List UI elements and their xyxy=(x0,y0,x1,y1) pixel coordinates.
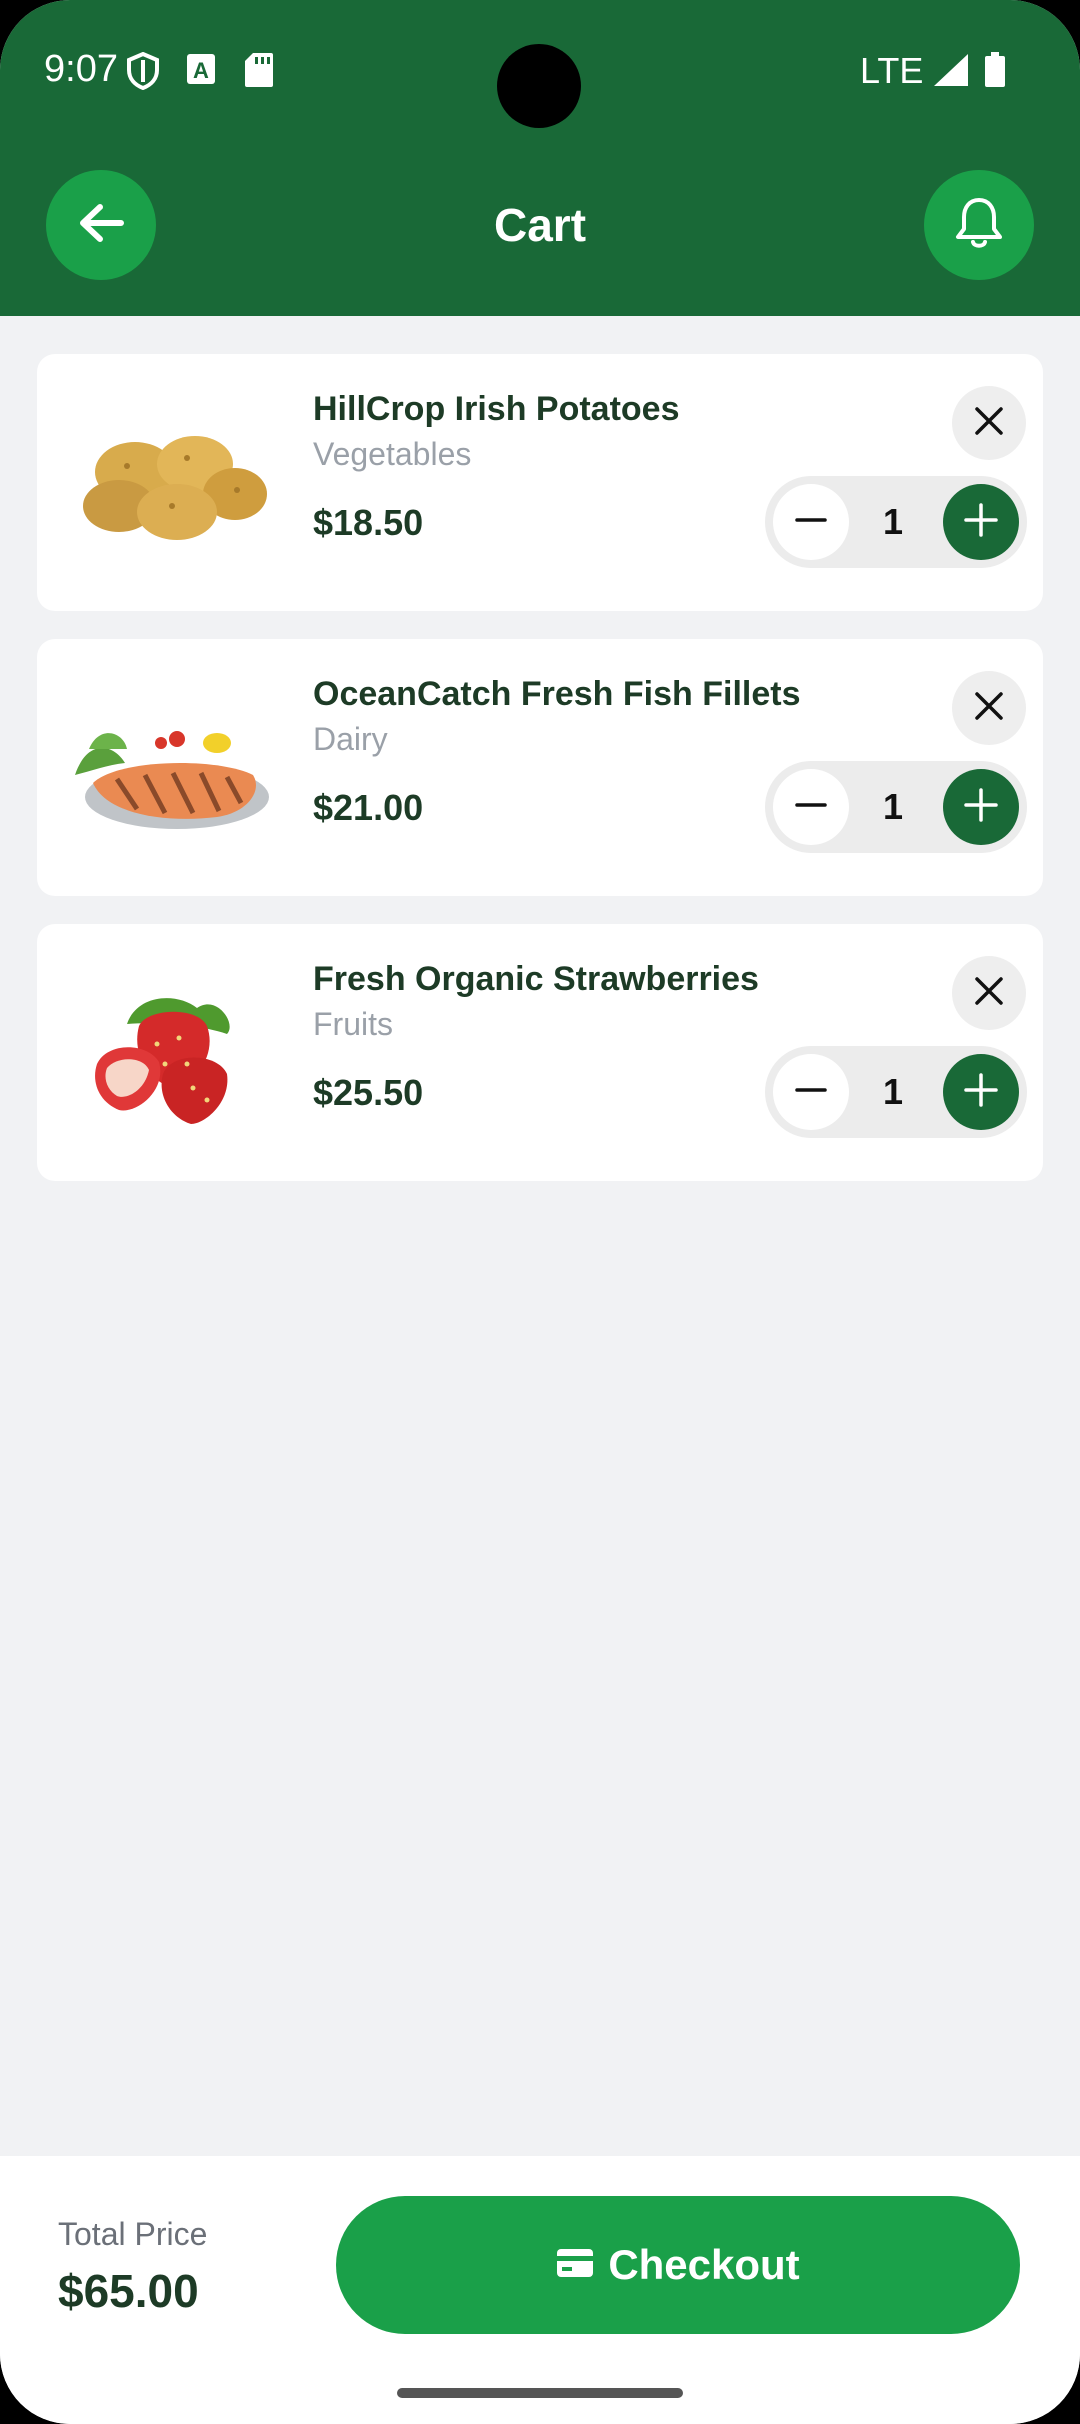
shield-icon xyxy=(126,51,160,95)
product-image-fish-fillet xyxy=(67,679,277,859)
remove-item-button[interactable] xyxy=(952,386,1026,460)
decrease-quantity-button[interactable] xyxy=(773,484,849,560)
cart-screen: 9:07 A LTE Cart HillCrop Irish Potatoes … xyxy=(0,0,1080,2424)
close-icon xyxy=(973,975,1005,1012)
product-image-potatoes xyxy=(67,394,277,574)
plus-icon xyxy=(963,787,999,828)
quantity-value: 1 xyxy=(882,501,904,542)
minus-icon xyxy=(794,1073,828,1112)
increase-quantity-button[interactable] xyxy=(943,769,1019,845)
cart-item: OceanCatch Fresh Fish Fillets Dairy $21.… xyxy=(37,639,1043,896)
product-name: HillCrop Irish Potatoes xyxy=(313,390,680,428)
product-category: Vegetables xyxy=(313,436,472,472)
app-header: 9:07 A LTE Cart xyxy=(0,0,1080,316)
network-label: LTE xyxy=(860,50,924,91)
total-price-label: Total Price xyxy=(58,2216,208,2252)
product-name: OceanCatch Fresh Fish Fillets xyxy=(313,675,801,713)
remove-item-button[interactable] xyxy=(952,956,1026,1030)
bell-icon xyxy=(953,195,1005,256)
home-indicator[interactable] xyxy=(397,2388,683,2398)
product-category: Fruits xyxy=(313,1006,393,1042)
checkout-label: Checkout xyxy=(608,2241,800,2288)
quantity-stepper: 1 xyxy=(765,761,1027,853)
status-bar: 9:07 A LTE xyxy=(0,0,1080,140)
product-price: $25.50 xyxy=(313,1072,424,1113)
close-icon xyxy=(973,405,1005,442)
card-icon xyxy=(556,2247,594,2284)
battery-icon xyxy=(984,52,1006,93)
minus-icon xyxy=(794,788,828,827)
remove-item-button[interactable] xyxy=(952,671,1026,745)
text-badge-icon: A xyxy=(186,52,216,91)
total-price-value: $65.00 xyxy=(58,2265,199,2317)
cart-item: Fresh Organic Strawberries Fruits $25.50… xyxy=(37,924,1043,1181)
product-name: Fresh Organic Strawberries xyxy=(313,960,759,998)
product-image-strawberries xyxy=(67,964,277,1144)
product-price: $18.50 xyxy=(313,502,424,543)
sd-card-icon xyxy=(244,52,274,93)
plus-icon xyxy=(963,502,999,543)
minus-icon xyxy=(794,503,828,542)
product-price: $21.00 xyxy=(313,787,424,828)
product-category: Dairy xyxy=(313,721,388,757)
quantity-value: 1 xyxy=(882,786,904,827)
quantity-value: 1 xyxy=(882,1071,904,1112)
checkout-button[interactable]: Checkout xyxy=(336,2196,1020,2334)
svg-text:A: A xyxy=(193,58,209,83)
cart-list: HillCrop Irish Potatoes Vegetables $18.5… xyxy=(37,354,1043,1209)
plus-icon xyxy=(963,1072,999,1113)
decrease-quantity-button[interactable] xyxy=(773,769,849,845)
decrease-quantity-button[interactable] xyxy=(773,1054,849,1130)
signal-icon xyxy=(932,52,970,93)
increase-quantity-button[interactable] xyxy=(943,1054,1019,1130)
quantity-stepper: 1 xyxy=(765,1046,1027,1138)
checkout-bar: Total Price $65.00 Checkout xyxy=(0,2156,1080,2424)
quantity-stepper: 1 xyxy=(765,476,1027,568)
increase-quantity-button[interactable] xyxy=(943,484,1019,560)
status-time: 9:07 xyxy=(44,48,118,90)
close-icon xyxy=(973,690,1005,727)
cart-item: HillCrop Irish Potatoes Vegetables $18.5… xyxy=(37,354,1043,611)
notifications-button[interactable] xyxy=(924,170,1034,280)
page-title: Cart xyxy=(493,199,587,251)
camera-cutout xyxy=(497,44,581,128)
